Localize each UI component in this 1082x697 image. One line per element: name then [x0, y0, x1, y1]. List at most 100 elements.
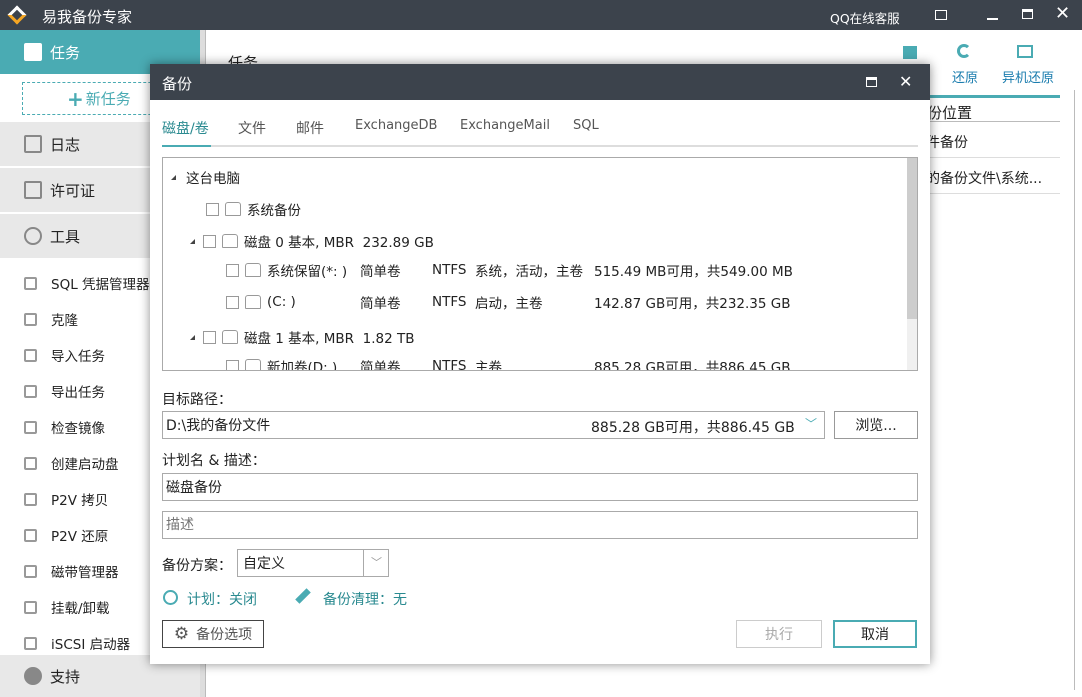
volume-flags: 系统，活动，主卷 [475, 264, 583, 280]
tool-item[interactable]: 创建启动盘 [24, 453, 119, 473]
drive-icon [245, 359, 261, 370]
expand-icon[interactable] [190, 334, 195, 340]
tree-node-computer[interactable]: 这台电脑 [171, 167, 240, 187]
tool-label: 克隆 [51, 313, 78, 329]
tool-label: 磁带管理器 [51, 565, 119, 581]
maximize-icon[interactable] [1022, 9, 1033, 19]
tool-label: 导出任务 [51, 385, 105, 401]
tool-item[interactable]: P2V 拷贝 [24, 489, 108, 509]
tab[interactable]: 磁盘/卷 [162, 118, 209, 138]
volume-type: 简单卷 [360, 264, 401, 280]
backup-options-button[interactable]: ⚙ 备份选项 [162, 620, 264, 648]
cancel-button[interactable]: 取消 [833, 620, 917, 648]
chevron-down-icon[interactable]: ﹀ [363, 550, 389, 576]
scrollbar[interactable] [1074, 90, 1082, 690]
tool-icon [24, 348, 37, 362]
checkbox[interactable] [226, 295, 239, 309]
tool-icon [24, 636, 37, 650]
tool-item[interactable]: P2V 还原 [24, 525, 108, 545]
scheme-select[interactable]: 自定义 ﹀ [237, 549, 389, 577]
tool-item[interactable]: 检查镜像 [24, 417, 105, 437]
scheme-value: 自定义 [243, 556, 285, 572]
node-label: 系统备份 [247, 203, 301, 219]
tool-icon [24, 600, 37, 614]
plan-name-input[interactable] [162, 473, 918, 501]
cleanup-link[interactable]: 备份清理：无 [323, 589, 407, 609]
chevron-down-icon[interactable]: ﹀ [805, 415, 817, 432]
tree-node-volume[interactable]: (C: ) 简单卷 NTFS 启动，主卷 142.87 GB可用，共232.35… [226, 294, 791, 312]
sidebar-item-label: 日志 [50, 135, 81, 154]
maximize-icon[interactable] [866, 77, 877, 87]
checkbox[interactable] [206, 202, 219, 216]
expand-icon[interactable] [171, 174, 176, 180]
checkbox[interactable] [203, 234, 216, 248]
drive-icon [245, 295, 261, 309]
volume-fs: NTFS [432, 294, 467, 310]
volume-name: (C: ) [267, 294, 296, 310]
checkbox[interactable] [203, 330, 216, 344]
restore-button[interactable]: 还原 [952, 67, 978, 86]
execute-button[interactable]: 执行 [736, 620, 822, 648]
drive-icon [222, 234, 238, 248]
checkbox[interactable] [226, 263, 239, 277]
backup-icon[interactable] [903, 46, 917, 59]
app-title: 易我备份专家 [42, 8, 133, 26]
tool-item[interactable]: 导入任务 [24, 345, 105, 365]
volume-fs: NTFS [432, 262, 467, 278]
qq-support-link[interactable]: QQ在线客服 [830, 8, 900, 27]
tree-node-system-backup[interactable]: 系统备份 [206, 199, 301, 219]
sidebar-item-label: 任务 [50, 43, 81, 62]
close-icon[interactable]: ✕ [899, 72, 912, 91]
volume-name: 新加卷(D: ) [267, 360, 338, 371]
tree-node-disk1[interactable]: 磁盘 1 基本, MBR 1.82 TB [190, 327, 414, 347]
tool-icon [24, 312, 37, 326]
tab[interactable]: SQL [573, 118, 599, 133]
tab[interactable]: 文件 [238, 118, 266, 138]
tree-node-volume[interactable]: 新加卷(D: ) 简单卷 NTFS 主卷 885.28 GB可用，共886.45… [226, 358, 791, 370]
tool-label: SQL 凭据管理器 [51, 277, 150, 293]
description-input[interactable] [162, 511, 918, 539]
expand-icon[interactable] [190, 238, 195, 244]
close-icon[interactable]: ✕ [1055, 3, 1070, 24]
tree-scrollbar[interactable] [907, 158, 917, 370]
tab[interactable]: 邮件 [296, 118, 324, 138]
wrench-icon [24, 227, 42, 245]
target-path-select[interactable]: D:\我的备份文件 885.28 GB可用，共886.45 GB ﹀ [162, 411, 825, 439]
volume-flags: 主卷 [475, 360, 502, 371]
dialog-title: 备份 [162, 75, 193, 93]
remote-restore-button[interactable]: 异机还原 [1002, 67, 1054, 86]
scrollbar-thumb[interactable] [907, 158, 917, 319]
tool-label: iSCSI 启动器 [51, 637, 131, 653]
sidebar-item-label: 许可证 [50, 181, 96, 200]
table-row[interactable]: 我的备份文件\系统... [912, 168, 1042, 188]
node-label: 磁盘 0 基本, MBR 232.89 GB [244, 235, 434, 251]
tool-item[interactable]: 导出任务 [24, 381, 105, 401]
remote-restore-icon[interactable] [1017, 45, 1033, 58]
gear-icon: ⚙ [173, 624, 190, 644]
tool-item[interactable]: 挂载/卸载 [24, 597, 110, 617]
node-label: 这台电脑 [186, 171, 240, 187]
checkbox[interactable] [226, 359, 239, 370]
tool-item[interactable]: 磁带管理器 [24, 561, 119, 581]
menu-icon[interactable] [935, 10, 947, 20]
volume-name: 系统保留(*: ) [267, 264, 348, 280]
tool-item[interactable]: iSCSI 启动器 [24, 633, 130, 653]
tab[interactable]: ExchangeDB [355, 118, 437, 133]
restore-icon[interactable] [957, 44, 971, 58]
browse-button[interactable]: 浏览... [834, 411, 918, 439]
tool-item[interactable]: 克隆 [24, 309, 78, 329]
tool-label: 创建启动盘 [51, 457, 119, 473]
tool-icon [24, 492, 37, 506]
title-bar: 易我备份专家 QQ在线客服 ✕ [0, 0, 1082, 30]
schedule-link[interactable]: 计划：关闭 [187, 589, 257, 609]
minimize-icon[interactable] [987, 18, 998, 20]
tool-item[interactable]: SQL 凭据管理器 [24, 273, 150, 293]
volume-flags: 启动，主卷 [475, 296, 543, 312]
tree-node-disk0[interactable]: 磁盘 0 基本, MBR 232.89 GB [190, 231, 434, 251]
tab[interactable]: ExchangeMail [460, 118, 550, 133]
tool-label: P2V 拷贝 [51, 493, 109, 509]
tree-node-volume[interactable]: 系统保留(*: ) 简单卷 NTFS 系统，活动，主卷 515.49 MB可用，… [226, 262, 793, 280]
volume-space: 142.87 GB可用，共232.35 GB [594, 296, 791, 312]
target-space: 885.28 GB可用，共886.45 GB [591, 420, 795, 436]
tool-label: 导入任务 [51, 349, 105, 365]
